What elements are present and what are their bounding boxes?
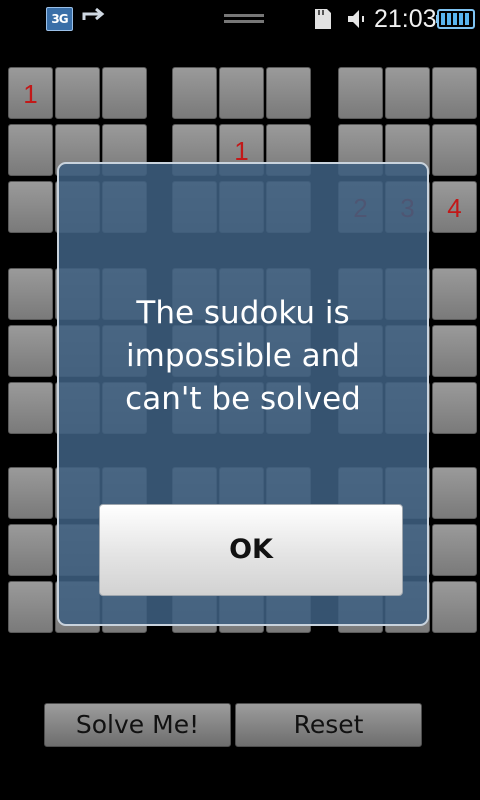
sudoku-cell[interactable] [432,268,477,320]
ok-button[interactable]: OK [99,504,403,596]
sudoku-cell[interactable] [266,67,311,119]
clock: 21:03 [374,5,437,33]
alert-dialog: The sudoku is impossible and can't be so… [57,162,429,626]
sudoku-cell[interactable] [8,467,53,519]
sudoku-cell[interactable] [432,124,477,176]
sudoku-cell[interactable] [432,67,477,119]
sudoku-cell[interactable] [432,467,477,519]
battery-icon [436,9,476,29]
sync-icon [80,6,108,32]
sudoku-cell[interactable] [8,382,53,434]
sudoku-cell[interactable] [338,67,383,119]
sudoku-cell[interactable] [8,325,53,377]
sudoku-cell[interactable] [219,67,264,119]
sudoku-cell[interactable] [8,268,53,320]
app-screen: 3G 21:03 1 1 4 The sudoku is impossible … [0,0,480,800]
sudoku-cell[interactable] [432,524,477,576]
sudoku-cell[interactable] [8,524,53,576]
sudoku-cell[interactable] [102,67,147,119]
reset-button[interactable]: Reset [235,703,422,747]
sudoku-cell[interactable] [385,67,430,119]
sudoku-cell[interactable] [432,581,477,633]
sudoku-cell[interactable] [432,382,477,434]
status-bar: 3G 21:03 [0,0,480,38]
sudoku-cell[interactable] [8,181,53,233]
sudoku-cell[interactable] [172,67,217,119]
dialog-message: The sudoku is impossible and can't be so… [125,295,361,417]
sudoku-cell[interactable]: 4 [432,181,477,233]
sd-card-icon [313,7,333,31]
sudoku-cell[interactable] [432,325,477,377]
handle-icon[interactable] [224,14,264,26]
sudoku-cell[interactable] [55,67,100,119]
3g-icon: 3G [46,7,73,31]
sudoku-cell[interactable] [8,124,53,176]
volume-icon [345,7,369,31]
solve-button[interactable]: Solve Me! [44,703,231,747]
sudoku-cell[interactable] [8,581,53,633]
sudoku-cell[interactable]: 1 [8,67,53,119]
